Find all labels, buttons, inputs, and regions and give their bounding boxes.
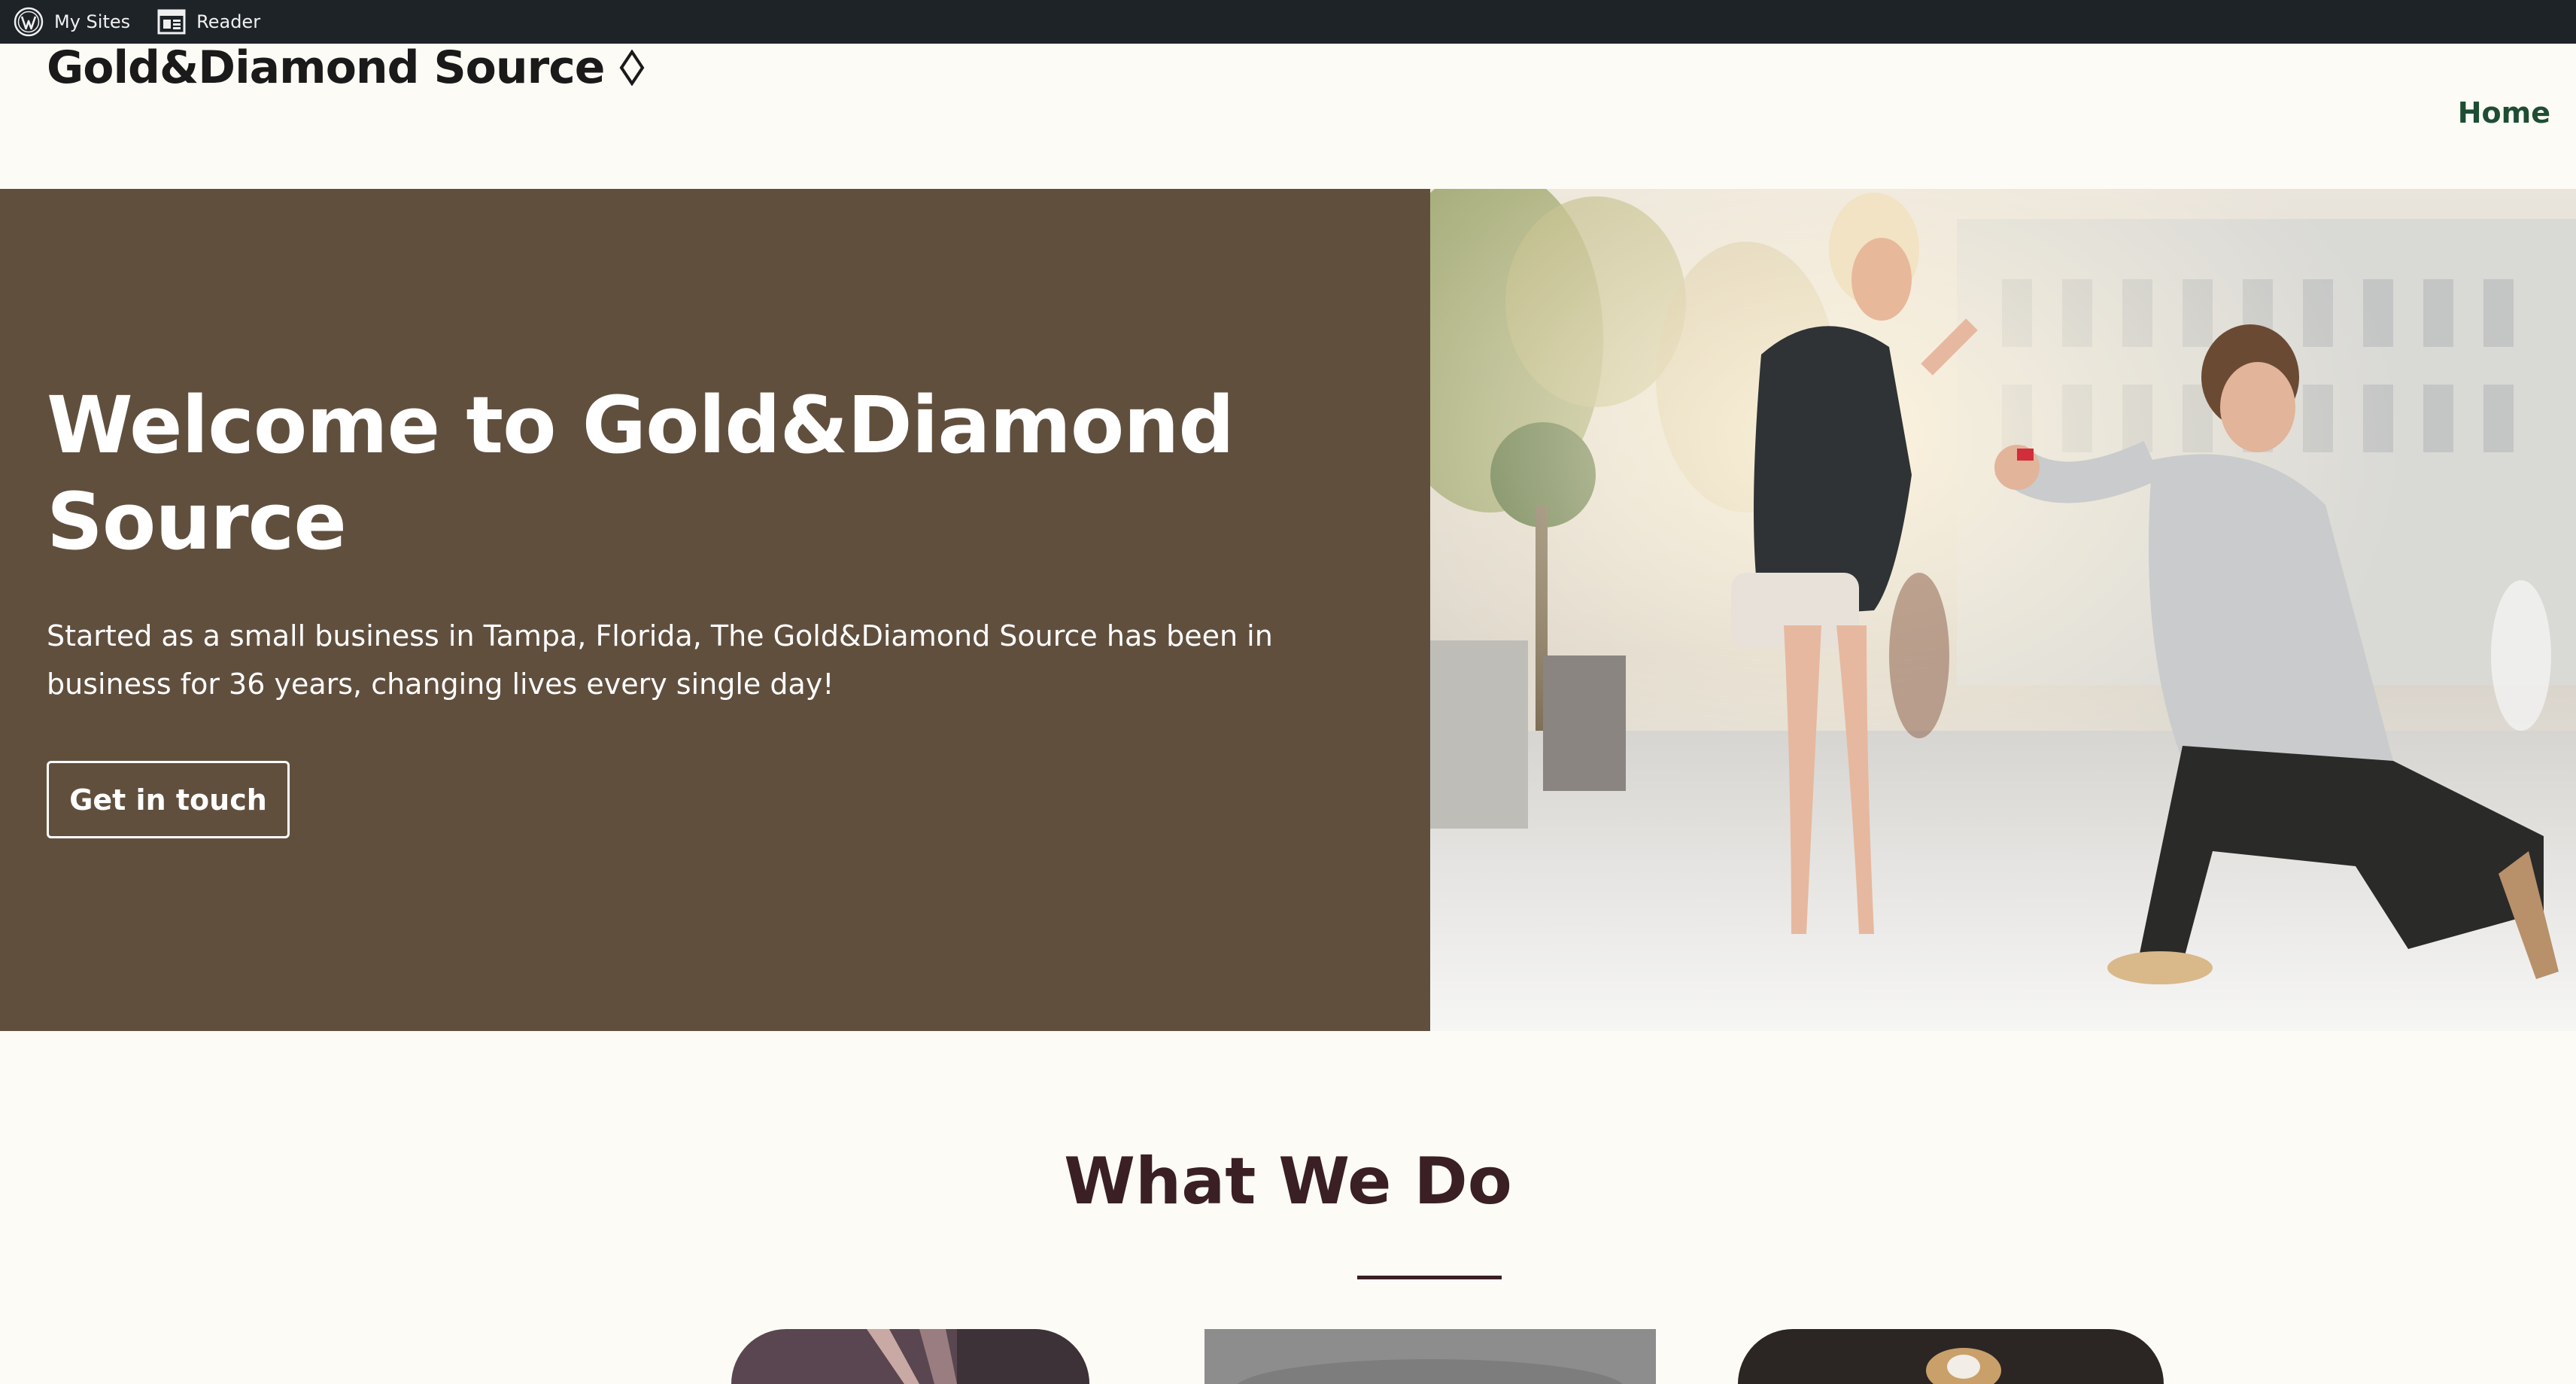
reader-icon <box>157 9 186 35</box>
hero-title: Welcome to Gold&Diamond Source <box>47 379 1235 567</box>
section-title-what-we-do: What We Do <box>1064 1144 1512 1219</box>
diamond-icon <box>619 50 645 86</box>
get-in-touch-button[interactable]: Get in touch <box>47 761 290 838</box>
site-header: Gold&Diamond Source Home <box>0 41 2576 189</box>
nav-home-link[interactable]: Home <box>2458 96 2550 129</box>
admin-bar: My Sites Reader <box>0 0 2576 44</box>
my-sites-label: My Sites <box>54 11 131 32</box>
my-sites-menu[interactable]: My Sites <box>14 7 130 37</box>
site-title-text: Gold&Diamond Source <box>47 41 605 94</box>
hero-description: Started as a small business in Tampa, Fl… <box>47 619 1273 701</box>
hero-content-panel: Welcome to Gold&Diamond Source Started a… <box>0 189 1430 1031</box>
service-image-1 <box>731 1329 1089 1384</box>
hero-image-proposal <box>1430 189 2576 1031</box>
wordpress-logo-icon <box>14 7 44 37</box>
hero-section: Welcome to Gold&Diamond Source Started a… <box>0 189 2576 1031</box>
site-title[interactable]: Gold&Diamond Source <box>47 41 645 94</box>
service-image-2 <box>1204 1329 1656 1384</box>
service-image-3 <box>1738 1329 2164 1384</box>
reader-label: Reader <box>196 11 261 32</box>
section-divider <box>1357 1276 1502 1279</box>
reader-menu[interactable]: Reader <box>157 9 260 35</box>
